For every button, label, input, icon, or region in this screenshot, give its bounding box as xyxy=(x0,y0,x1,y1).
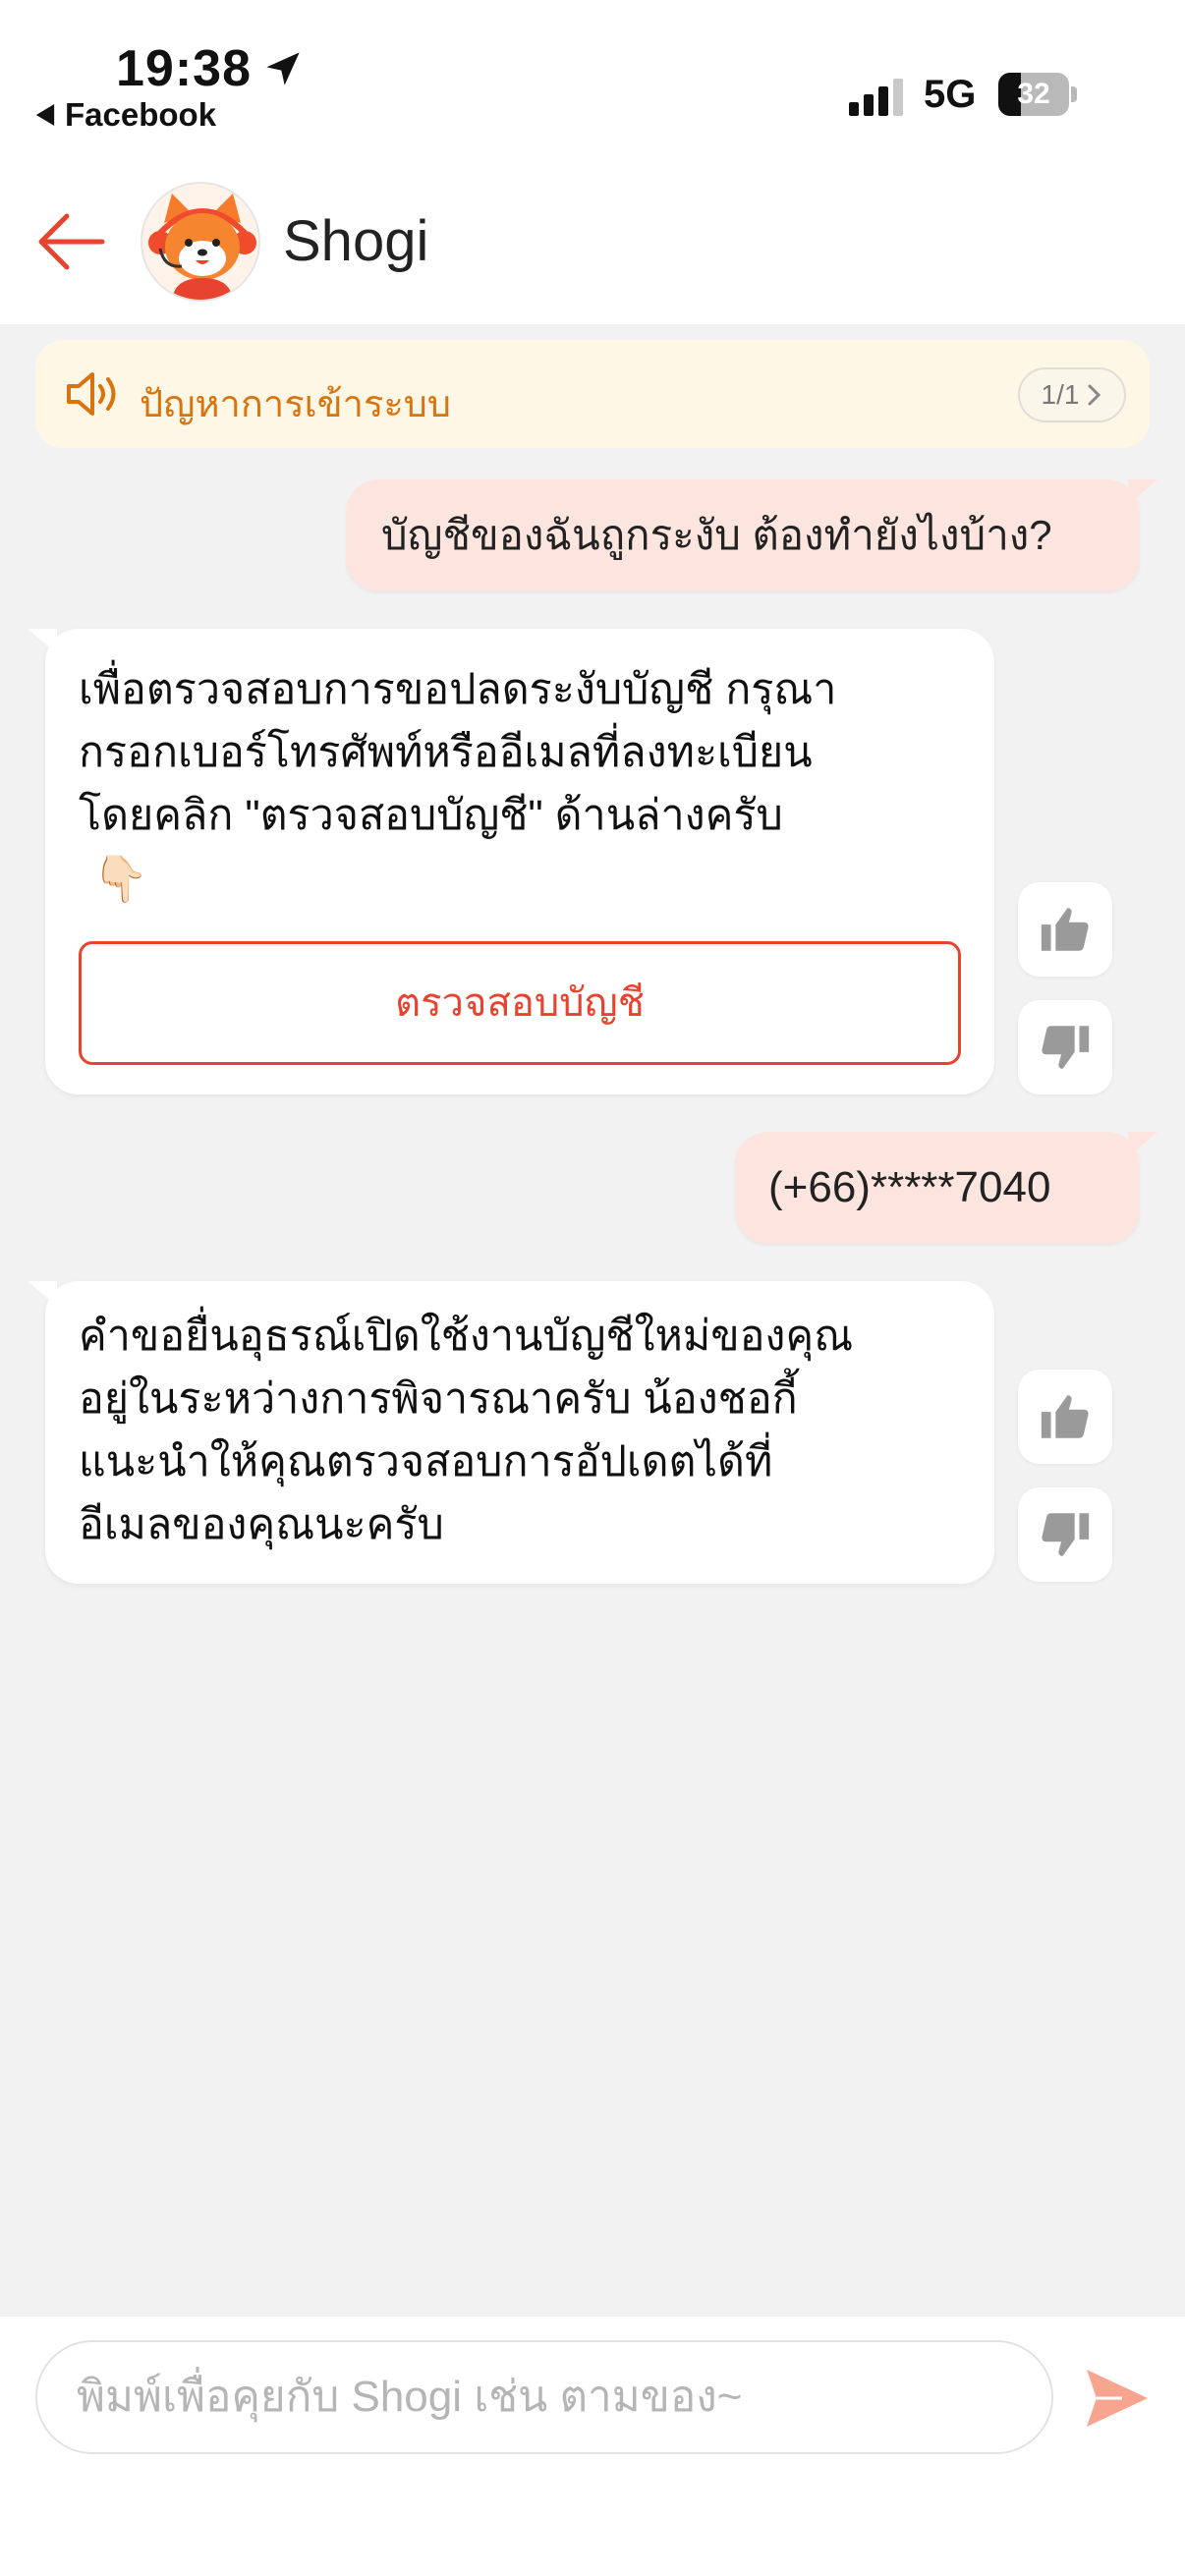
bot-message: เพื่อตรวจสอบการขอปลดระงับบัญชี กรุณา กรอ… xyxy=(28,629,994,1094)
back-app-label: Facebook xyxy=(65,96,217,133)
thumbs-up-icon xyxy=(1041,908,1089,951)
chevron-right-icon xyxy=(1088,384,1101,406)
announcement-text: ปัญหาการเข้าระบบ xyxy=(140,384,452,425)
message-line: เพื่อตรวจสอบการขอปลดระงับบัญชี กรุณา xyxy=(79,666,837,713)
thumbs-up-icon xyxy=(1041,1395,1089,1438)
network-type: 5G xyxy=(924,73,977,116)
status-time: 19:38 xyxy=(116,40,252,97)
thumbs-up-button[interactable] xyxy=(1018,882,1112,977)
avatar[interactable] xyxy=(141,182,260,302)
signal-icon xyxy=(849,79,903,116)
pointing-down-emoji: 👇🏻 xyxy=(92,853,149,904)
message-input-box[interactable] xyxy=(35,2340,1053,2454)
announcement-pager[interactable]: 1/1 xyxy=(1018,367,1126,422)
battery-level: 32 xyxy=(1017,78,1050,110)
composer xyxy=(0,2317,1185,2576)
thumbs-down-button[interactable] xyxy=(1018,1000,1112,1094)
message-line: แนะนำให้คุณตรวจสอบการอัปเดตได้ที่ xyxy=(79,1438,773,1485)
thumbs-down-icon xyxy=(1042,1513,1090,1556)
user-message: (+66)*****7040 xyxy=(735,1132,1157,1244)
location-arrow-icon xyxy=(266,52,300,85)
message-input[interactable] xyxy=(77,2342,1020,2452)
message-line: อยู่ในระหว่างการพิจารณาครับ น้องชอกี้ xyxy=(79,1375,798,1423)
thumbs-up-button[interactable] xyxy=(1018,1370,1112,1464)
shogi-mascot-icon xyxy=(143,185,258,300)
page-title: Shogi xyxy=(283,209,429,273)
battery-icon: 32 xyxy=(998,73,1077,116)
back-triangle-icon xyxy=(35,104,55,126)
app-header: 19:38 Facebook 5G 32 Shogi xyxy=(0,0,1185,324)
thumbs-down-icon xyxy=(1042,1026,1090,1069)
message-line: อีเมลของคุณนะครับ xyxy=(79,1501,444,1548)
message-line: โดยคลิก "ตรวจสอบบัญชี" ด้านล่างครับ xyxy=(79,792,783,839)
announcement-banner[interactable]: ปัญหาการเข้าระบบ 1/1 xyxy=(35,340,1150,448)
verify-account-button[interactable]: ตรวจสอบบัญชี xyxy=(79,941,961,1065)
bot-message: คำขอยื่นอุธรณ์เปิดใช้งานบัญชีใหม่ของคุณ … xyxy=(28,1281,994,1584)
status-time-group: 19:38 xyxy=(116,39,303,98)
message-line: คำขอยื่นอุธรณ์เปิดใช้งานบัญชีใหม่ของคุณ xyxy=(79,1313,854,1360)
thumbs-down-button[interactable] xyxy=(1018,1487,1112,1582)
send-icon[interactable] xyxy=(1083,2364,1152,2433)
pager-label: 1/1 xyxy=(1041,379,1080,410)
message-line: กรอกเบอร์โทรศัพท์หรืออีเมลที่ลงทะเบียน xyxy=(79,729,813,776)
message-text: บัญชีของฉันถูกระงับ ต้องทำยังไงบ้าง? xyxy=(381,512,1052,558)
user-message: บัญชีของฉันถูกระงับ ต้องทำยังไงบ้าง? xyxy=(346,479,1157,591)
arrow-left-icon[interactable] xyxy=(33,204,108,279)
speaker-icon xyxy=(67,372,116,416)
message-text: (+66)*****7040 xyxy=(768,1163,1051,1211)
back-to-app[interactable]: Facebook xyxy=(35,96,216,134)
